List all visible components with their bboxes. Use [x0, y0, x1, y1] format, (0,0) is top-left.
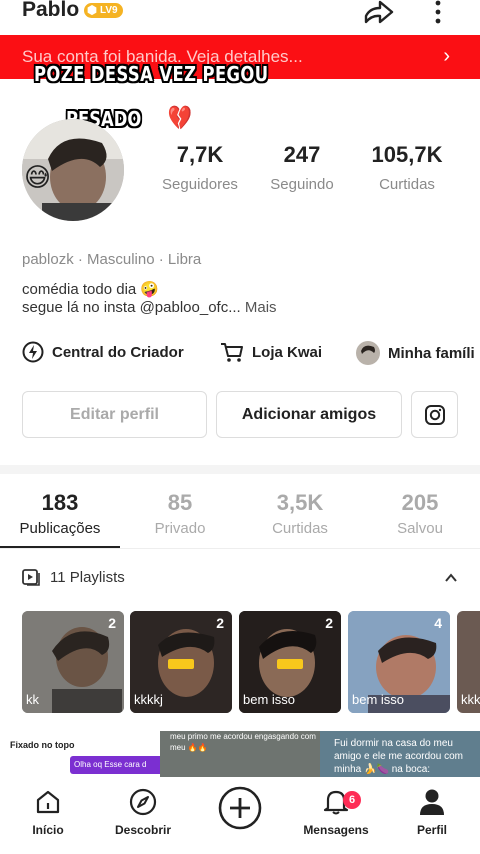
- bottom-nav: Início Descobrir Mensagens 6 Perfil: [0, 777, 480, 854]
- person-icon: [420, 789, 444, 815]
- tab-saved[interactable]: 205 Salvou: [360, 490, 480, 537]
- playlist-count: 2: [108, 615, 116, 631]
- bio-more-link[interactable]: Mais: [245, 299, 277, 316]
- stat-followers-value: 7,7K: [176, 142, 224, 167]
- plus-circle-icon: [218, 786, 262, 830]
- bio-line2: segue lá no insta @pabloo_ofc... Mais: [22, 299, 277, 316]
- level-badge-text: LV9: [100, 5, 118, 16]
- tab-private-count: 85: [167, 490, 193, 515]
- pinned-row: Fixado no topo Olha oq Esse cara d meu p…: [0, 731, 480, 777]
- playlist-thumb[interactable]: 4 bem isso: [348, 611, 450, 713]
- censor-tag: [277, 659, 303, 669]
- playlist-thumb[interactable]: 2 kk: [22, 611, 124, 713]
- nav-profile[interactable]: Perfil: [410, 787, 454, 837]
- home-icon: [36, 790, 60, 814]
- tabs-border: [0, 548, 480, 549]
- more-vertical-icon[interactable]: [428, 0, 448, 26]
- video-thumb[interactable]: Fui dormir na casa do meu amigo e ele me…: [320, 731, 480, 777]
- level-badge-icon: ⬢: [86, 3, 98, 17]
- stat-followers[interactable]: 7,7K Seguidores: [158, 142, 242, 193]
- stat-likes-label: Curtidas: [379, 176, 435, 193]
- family-label: Minha famíli: [388, 344, 475, 362]
- notification-badge: 6: [343, 791, 361, 809]
- playlist-caption: bem isso: [243, 692, 296, 707]
- add-friends-button[interactable]: Adicionar amigos: [216, 391, 402, 438]
- playlist-count: 2: [216, 615, 224, 631]
- chevron-right-icon: ›: [443, 45, 450, 67]
- nav-create[interactable]: [216, 785, 264, 831]
- playlist-thumb[interactable]: 2 kkkkj: [130, 611, 232, 713]
- creator-center-label: Central do Criador: [52, 343, 184, 361]
- tab-saved-label: Salvou: [397, 520, 443, 537]
- playlist-caption: kk: [26, 692, 39, 707]
- kwai-shop-label: Loja Kwai: [252, 343, 323, 361]
- nav-discover[interactable]: Descobrir: [110, 787, 176, 837]
- tab-saved-count: 205: [401, 490, 439, 515]
- kwai-shop-link[interactable]: Loja Kwai: [220, 341, 322, 363]
- tab-liked-count: 3,5K: [276, 490, 324, 515]
- family-link[interactable]: Minha famíli: [356, 341, 475, 365]
- instagram-button[interactable]: [411, 391, 458, 438]
- profile-meta: pablozk · Masculino · Libra: [22, 251, 202, 268]
- stat-likes[interactable]: 105,7K Curtidas: [364, 142, 450, 193]
- censor-tag: [168, 659, 194, 669]
- nav-profile-label: Perfil: [416, 823, 447, 837]
- bio-line2-text: segue lá no insta @pabloo_ofc...: [22, 299, 241, 316]
- video-caption: Fui dormir na casa do meu amigo e ele me…: [334, 738, 463, 775]
- playlist-caption: bem isso: [352, 692, 405, 707]
- nav-home-label: Início: [32, 823, 64, 837]
- top-bar: Pablo ⬢ LV9: [0, 0, 480, 34]
- playlist-icon: [22, 569, 40, 586]
- tab-liked-label: Curtidas: [272, 520, 328, 537]
- playlist-thumb[interactable]: kkk: [457, 611, 480, 713]
- cart-icon: [221, 343, 243, 362]
- pinned-video[interactable]: Fixado no topo Olha oq Esse cara d: [0, 731, 160, 777]
- tab-publications-count: 183: [41, 490, 79, 515]
- video-thumb[interactable]: meu primo me acordou engasgando com meu …: [160, 731, 320, 777]
- tab-publications-label: Publicações: [19, 520, 101, 537]
- tab-private[interactable]: 85 Privado: [120, 490, 240, 537]
- playlists-label: 11 Playlists: [50, 568, 125, 586]
- video-caption: meu primo me acordou engasgando com meu …: [170, 732, 316, 752]
- section-divider: [0, 465, 480, 474]
- pinned-chat-preview: Olha oq Esse cara d: [70, 756, 160, 774]
- tab-liked[interactable]: 3,5K Curtidas: [240, 490, 360, 537]
- stat-following[interactable]: 247 Seguindo: [266, 142, 338, 193]
- edit-profile-button[interactable]: Editar perfil: [22, 391, 207, 438]
- chevron-up-icon[interactable]: [444, 571, 458, 585]
- playlists-header[interactable]: 11 Playlists: [22, 568, 125, 586]
- stat-likes-value: 105,7K: [371, 142, 443, 167]
- playlist-thumb[interactable]: 2 bem isso: [239, 611, 341, 713]
- stat-followers-label: Seguidores: [162, 176, 238, 193]
- pinned-label: Fixado no topo: [10, 740, 75, 750]
- overlay-caption-line1: POZE DESSA VEZ PEGOU: [34, 62, 269, 86]
- nav-home[interactable]: Início: [22, 787, 74, 837]
- nav-messages[interactable]: Mensagens 6: [300, 787, 372, 837]
- nav-messages-label: Mensagens: [303, 823, 369, 837]
- nav-discover-label: Descobrir: [114, 823, 172, 837]
- creator-center-link[interactable]: Central do Criador: [22, 341, 184, 363]
- lightning-icon: [22, 341, 44, 363]
- avatar-emoji: 😅: [24, 162, 52, 192]
- share-arrow-icon[interactable]: [362, 0, 396, 26]
- playlist-caption: kkkkj: [134, 692, 163, 707]
- compass-icon: [129, 788, 157, 816]
- family-avatar-icon: [356, 341, 380, 365]
- bio-line1: comédia todo dia 🤪: [22, 281, 160, 298]
- instagram-icon: [424, 405, 445, 425]
- overlay-caption-emoji: 😔💔: [147, 104, 193, 132]
- level-badge: ⬢ LV9: [84, 3, 123, 18]
- playlist-count: 2: [325, 615, 333, 631]
- stat-following-value: 247: [283, 142, 321, 167]
- tab-private-label: Privado: [154, 520, 206, 537]
- tab-publications[interactable]: 183 Publicações: [0, 490, 120, 537]
- playlist-count: 4: [434, 615, 442, 631]
- profile-username: Pablo: [22, 0, 80, 21]
- playlist-caption: kkk: [461, 692, 480, 707]
- stat-following-label: Seguindo: [270, 176, 334, 193]
